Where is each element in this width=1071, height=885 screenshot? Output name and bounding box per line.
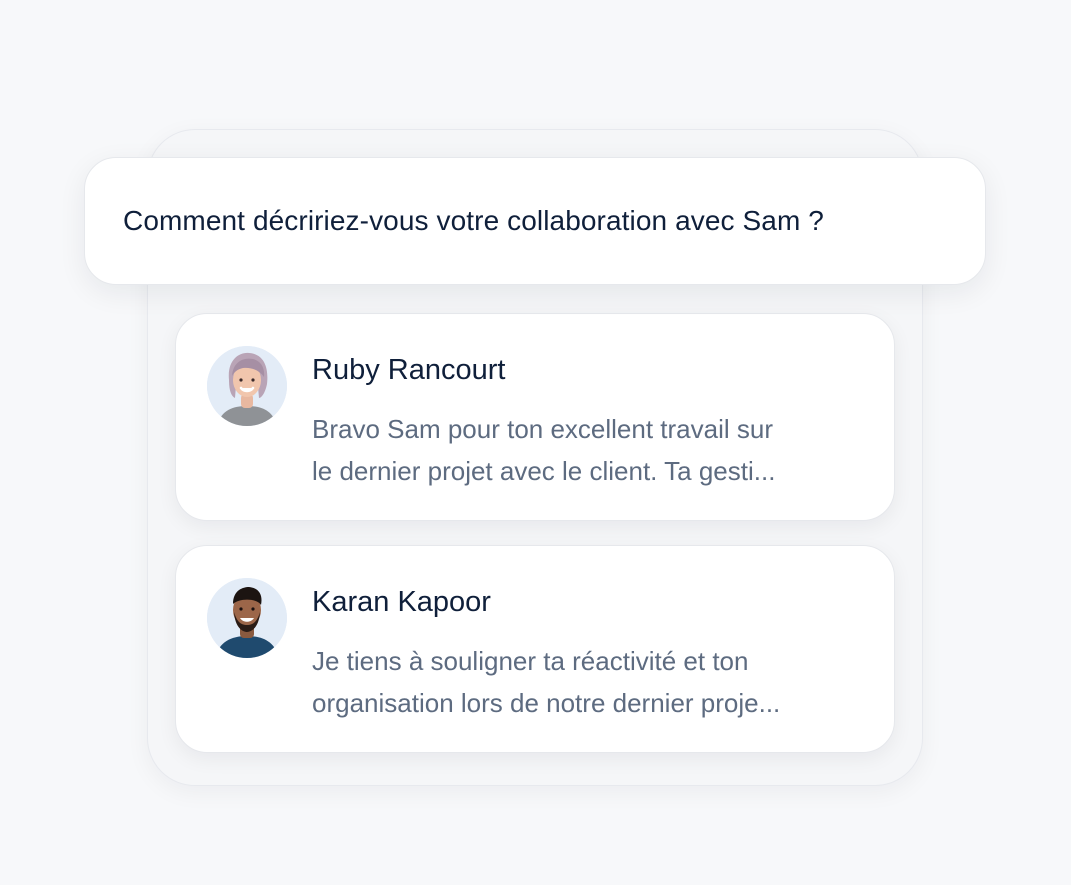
author-name: Karan Kapoor	[312, 586, 491, 618]
question-title: Comment décririez-vous votre collaborati…	[123, 205, 824, 236]
feedback-message-line: le dernier projet avec le client. Ta ges…	[312, 456, 776, 486]
feedback-message-line: Bravo Sam pour ton excellent travail sur	[312, 414, 773, 444]
avatar-photo-man-icon	[207, 578, 287, 658]
author-name: Ruby Rancourt	[312, 354, 506, 386]
feedback-message-line: organisation lors de notre dernier proje…	[312, 688, 781, 718]
feedback-stage: Ruby Rancourt Bravo Sam pour ton excelle…	[0, 0, 1071, 885]
feedback-card[interactable]: Karan Kapoor Je tiens à souligner ta réa…	[175, 545, 895, 753]
feedback-message: Bravo Sam pour ton excellent travail sur…	[312, 408, 872, 492]
avatar-photo-woman-icon	[207, 346, 287, 426]
feedback-message: Je tiens à souligner ta réactivité et to…	[312, 640, 872, 724]
feedback-card[interactable]: Ruby Rancourt Bravo Sam pour ton excelle…	[175, 313, 895, 521]
feedback-message-line: Je tiens à souligner ta réactivité et to…	[312, 646, 749, 676]
question-card: Comment décririez-vous votre collaborati…	[84, 157, 986, 285]
avatar	[207, 346, 287, 426]
avatar	[207, 578, 287, 658]
